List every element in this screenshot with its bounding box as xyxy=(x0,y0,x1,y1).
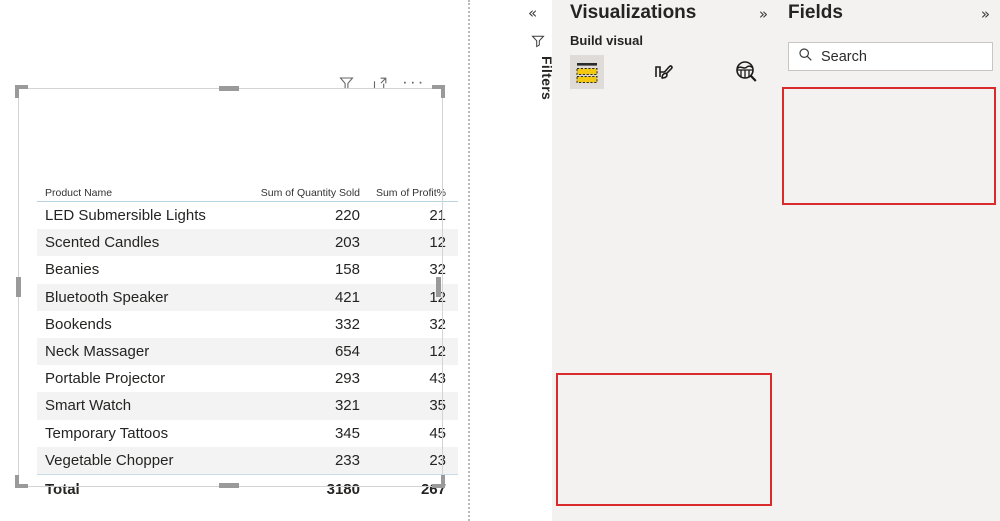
report-canvas[interactable]: ··· Product Name Sum of Quantity Sold Su… xyxy=(0,0,470,521)
collapse-visualizations-icon[interactable]: » xyxy=(759,5,768,23)
cell-profit-pct: 45 xyxy=(429,424,446,442)
resize-handle-top-center[interactable] xyxy=(219,86,239,91)
cell-product-name: Temporary Tattoos xyxy=(45,424,169,442)
cell-profit-pct: 23 xyxy=(429,451,446,469)
cell-profit-pct: 12 xyxy=(429,343,446,361)
cell-quantity-sold: 345 xyxy=(334,424,360,442)
page-boundary xyxy=(468,0,470,521)
cell-product-name: Scented Candles xyxy=(45,234,160,252)
table-row[interactable]: Beanies 158 32 xyxy=(37,256,458,283)
cell-profit-pct: 32 xyxy=(429,261,446,279)
format-visual-icon[interactable] xyxy=(643,52,685,92)
cell-profit-pct: 32 xyxy=(429,315,446,333)
cell-total-profit-pct: 267 xyxy=(420,480,446,498)
table-row[interactable]: Bookends 332 32 xyxy=(37,311,458,338)
cell-profit-pct: 12 xyxy=(429,234,446,252)
filters-pane-title: Filters xyxy=(539,56,555,101)
cell-quantity-sold: 203 xyxy=(334,234,360,252)
collapse-fields-icon[interactable]: » xyxy=(981,5,990,23)
more-options-glyph: ··· xyxy=(402,74,426,91)
table-row[interactable]: Scented Candles 203 12 xyxy=(37,229,458,257)
visualizations-pane: Visualizations » Build visual xyxy=(552,0,778,521)
cell-product-name: Vegetable Chopper xyxy=(45,451,174,469)
table-header-row: Product Name Sum of Quantity Sold Sum of… xyxy=(37,177,458,202)
cell-quantity-sold: 332 xyxy=(334,315,360,333)
search-icon xyxy=(798,47,813,67)
search-placeholder: Search xyxy=(821,48,867,65)
cell-profit-pct: 35 xyxy=(429,397,446,415)
table-row[interactable]: Portable Projector 293 43 xyxy=(37,365,458,392)
visual-pane-switcher xyxy=(570,52,766,92)
cell-total-label: Total xyxy=(45,480,80,498)
column-header-product-name[interactable]: Product Name xyxy=(37,187,244,199)
resize-handle-top-left[interactable] xyxy=(15,85,28,98)
cell-quantity-sold: 321 xyxy=(334,397,360,415)
build-visual-label: Build visual xyxy=(570,33,643,48)
cell-profit-pct: 12 xyxy=(429,288,446,306)
collapse-filters-icon[interactable]: « xyxy=(528,4,537,22)
table-row[interactable]: LED Submersible Lights 220 21 xyxy=(37,202,458,229)
table: Product Name Sum of Quantity Sold Sum of… xyxy=(37,177,458,504)
cell-quantity-sold: 220 xyxy=(334,207,360,225)
resize-handle-bottom-center[interactable] xyxy=(219,483,239,488)
cell-quantity-sold: 654 xyxy=(334,343,360,361)
resize-handle-top-right[interactable] xyxy=(432,85,445,98)
analytics-icon[interactable] xyxy=(724,52,766,92)
cell-quantity-sold: 421 xyxy=(334,288,360,306)
column-header-quantity-sold[interactable]: Sum of Quantity Sold xyxy=(244,187,360,199)
resize-handle-bottom-right[interactable] xyxy=(432,475,445,488)
cell-product-name: Bluetooth Speaker xyxy=(45,288,169,306)
table-row[interactable]: Vegetable Chopper 233 23 xyxy=(37,446,458,474)
column-header-profit-pct[interactable]: Sum of Profit% xyxy=(360,187,467,199)
table-row[interactable]: Temporary Tattoos 345 45 xyxy=(37,420,458,447)
resize-handle-right-middle[interactable] xyxy=(436,277,441,297)
search-input[interactable]: Search xyxy=(788,42,993,71)
fields-pane-title: Fields xyxy=(788,2,843,23)
cell-product-name: LED Submersible Lights xyxy=(45,207,206,225)
cell-product-name: Smart Watch xyxy=(45,397,132,415)
resize-handle-left-middle[interactable] xyxy=(16,277,21,297)
cell-quantity-sold: 233 xyxy=(334,451,360,469)
table-row[interactable]: Neck Massager 654 12 xyxy=(37,337,458,366)
table-row[interactable]: Bluetooth Speaker 421 12 xyxy=(37,283,458,311)
cell-product-name: Portable Projector xyxy=(45,370,166,388)
cell-total-quantity-sold: 3180 xyxy=(326,480,360,498)
filters-pane-collapsed[interactable]: « Filters xyxy=(524,0,555,521)
visualizations-pane-title: Visualizations xyxy=(570,2,697,23)
cell-profit-pct: 21 xyxy=(429,207,446,225)
build-visual-icon[interactable] xyxy=(570,55,604,89)
table-visual[interactable]: Product Name Sum of Quantity Sold Sum of… xyxy=(18,88,458,498)
cell-product-name: Beanies xyxy=(45,261,100,279)
filter-icon xyxy=(531,34,545,53)
cell-profit-pct: 43 xyxy=(429,370,446,388)
cell-quantity-sold: 158 xyxy=(334,261,360,279)
cell-quantity-sold: 293 xyxy=(334,370,360,388)
cell-product-name: Neck Massager xyxy=(45,343,150,361)
table-row[interactable]: Smart Watch 321 35 xyxy=(37,392,458,420)
resize-handle-bottom-left[interactable] xyxy=(15,475,28,488)
fields-pane: Fields » Search ˅ Sheet1 xyxy=(778,0,1000,521)
table-total-row: Total 3180 267 xyxy=(37,473,458,504)
cell-product-name: Bookends xyxy=(45,315,112,333)
